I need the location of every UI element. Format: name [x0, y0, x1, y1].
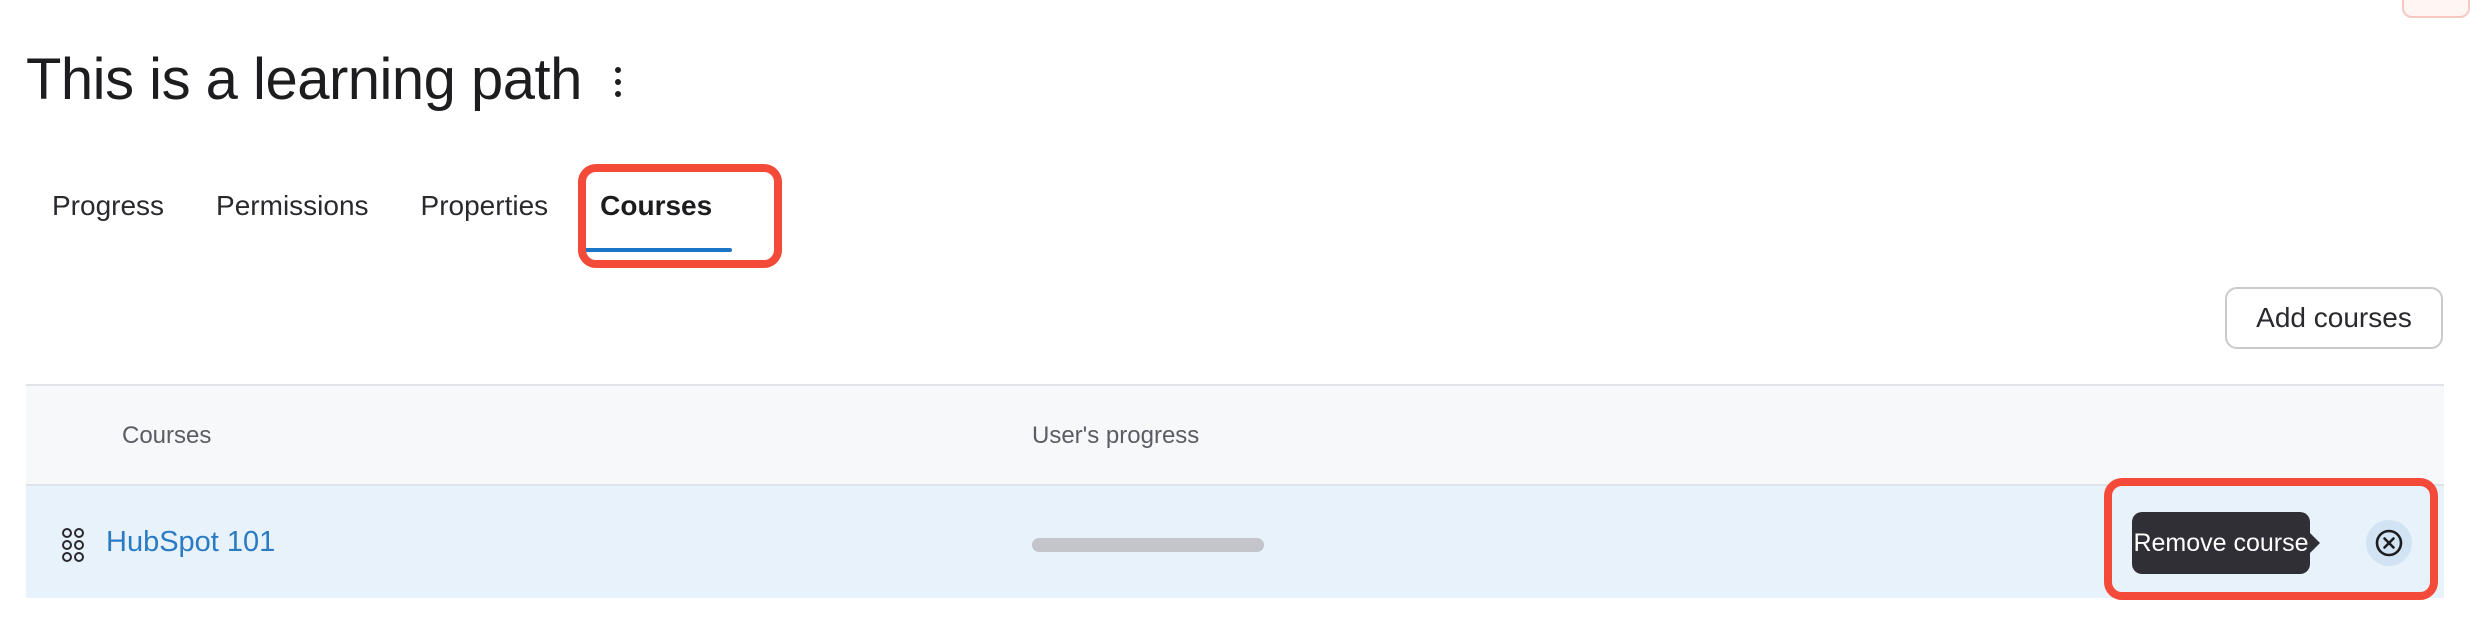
- tab-permissions[interactable]: Permissions: [190, 170, 394, 260]
- tab-label: Progress: [52, 190, 165, 221]
- corner-chip: [2402, 0, 2470, 18]
- progress-bar: [1032, 538, 1264, 552]
- tab-bar: Progress Permissions Properties Courses: [26, 170, 738, 260]
- table-header: Courses User's progress: [26, 384, 2444, 486]
- tab-label: Permissions: [216, 190, 369, 221]
- remove-course-tooltip: Remove course: [2132, 512, 2320, 574]
- drag-handle-icon[interactable]: [62, 528, 84, 562]
- course-link[interactable]: HubSpot 101: [106, 526, 275, 559]
- remove-course-button[interactable]: [2366, 520, 2412, 566]
- close-circle-icon: [2375, 529, 2403, 557]
- more-vertical-icon[interactable]: [610, 63, 626, 97]
- tab-label: Courses: [600, 190, 713, 221]
- tab-label: Properties: [420, 190, 549, 221]
- column-header-progress: User's progress: [1032, 422, 1200, 449]
- courses-table: Courses User's progress HubSpot 101 Remo…: [26, 384, 2444, 598]
- page: This is a learning path Progress Permiss…: [0, 0, 2470, 622]
- add-courses-button[interactable]: Add courses: [2225, 287, 2443, 349]
- page-title: This is a learning path: [26, 47, 582, 112]
- tab-progress[interactable]: Progress: [26, 170, 190, 260]
- tab-properties[interactable]: Properties: [395, 170, 575, 260]
- table-row: HubSpot 101 Remove course: [26, 486, 2444, 598]
- title-row: This is a learning path: [26, 46, 626, 113]
- tab-courses[interactable]: Courses: [574, 170, 738, 260]
- column-header-courses: Courses: [122, 422, 212, 449]
